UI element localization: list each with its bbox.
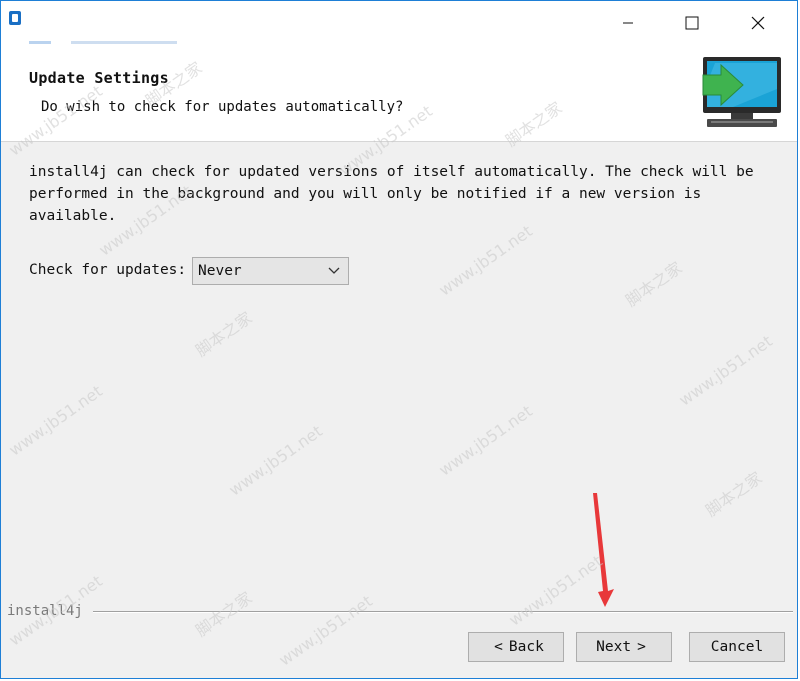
- footer-label: install4j: [7, 603, 83, 619]
- title-bar: [1, 1, 797, 45]
- minimize-button[interactable]: [605, 1, 651, 45]
- cancel-button[interactable]: Cancel: [689, 632, 785, 662]
- app-icon: [9, 11, 21, 25]
- next-button[interactable]: Next >: [576, 632, 672, 662]
- wizard-header: Update Settings Do wish to check for upd…: [1, 45, 797, 142]
- cancel-button-label: Cancel: [710, 639, 764, 655]
- page-subtitle: Do wish to check for updates automatical…: [41, 99, 404, 115]
- close-icon: [751, 16, 765, 30]
- check-for-updates-select[interactable]: Never: [192, 257, 349, 285]
- minimize-icon: [623, 22, 633, 24]
- installer-window: Update Settings Do wish to check for upd…: [0, 0, 798, 679]
- back-button[interactable]: < Back: [468, 632, 564, 662]
- page-title: Update Settings: [29, 69, 169, 87]
- red-arrow-annotation: [593, 493, 614, 607]
- window-title-blurred: [29, 41, 177, 44]
- wizard-content: install4j can check for updated versions…: [1, 141, 797, 611]
- next-arrow-glyph: >: [637, 639, 646, 655]
- description-text: install4j can check for updated versions…: [29, 164, 754, 224]
- footer-divider: [93, 611, 793, 613]
- back-button-label: Back: [508, 639, 544, 655]
- select-value: Never: [198, 263, 242, 279]
- check-for-updates-label: Check for updates:: [29, 262, 187, 278]
- chevron-down-icon: [328, 267, 340, 274]
- monitor-arrow-icon: [702, 57, 781, 127]
- close-button[interactable]: [735, 1, 781, 45]
- maximize-icon: [685, 16, 699, 30]
- footer-branding: install4j: [1, 597, 797, 627]
- back-arrow-glyph: <: [494, 639, 503, 655]
- next-button-label: Next: [596, 639, 632, 655]
- maximize-button[interactable]: [669, 1, 715, 45]
